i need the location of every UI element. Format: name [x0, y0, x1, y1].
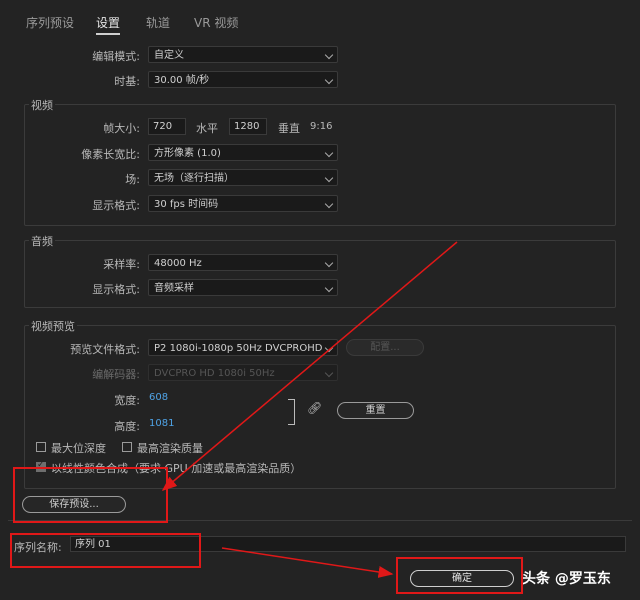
- annotation-arrows: [161, 241, 458, 578]
- annotation-arrow-to-ok: [221, 547, 394, 578]
- annotation-arrow-to-save-preset: [161, 241, 458, 491]
